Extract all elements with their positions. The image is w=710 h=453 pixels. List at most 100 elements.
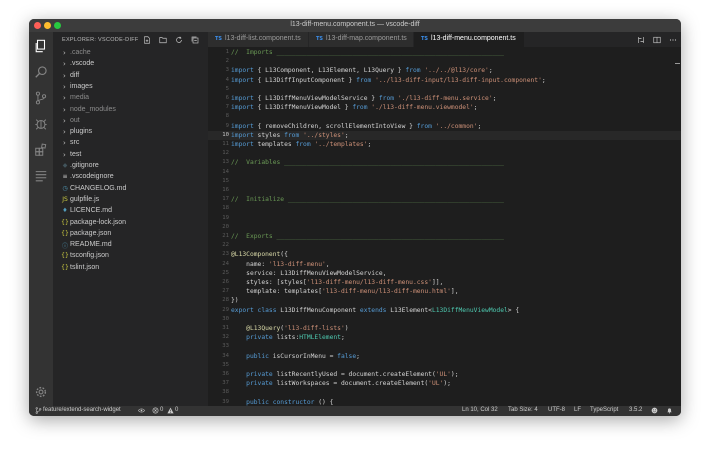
code-line[interactable]: 23 @L13Component({ <box>208 250 681 259</box>
code-line[interactable]: 16 <box>208 186 681 195</box>
code-line[interactable]: 14 <box>208 168 681 177</box>
code-line[interactable]: 3 import { L13Component, L13Element, L13Q… <box>208 66 681 75</box>
tree-folder[interactable]: › test <box>53 150 208 161</box>
split-editor-icon[interactable] <box>653 36 661 44</box>
code-editor[interactable]: 1// Imports ____________________________… <box>208 47 681 406</box>
code-line[interactable]: 25 service: L13DiffMenuViewModelService, <box>208 269 681 278</box>
code-line[interactable]: 27 template: templates['l13-diff-menu/l1… <box>208 287 681 296</box>
new-folder-icon[interactable] <box>159 36 167 44</box>
code-line[interactable]: 2 <box>208 57 681 66</box>
debug-icon[interactable] <box>34 117 48 131</box>
code-line[interactable]: 28}) <box>208 296 681 305</box>
line-number: 22 <box>222 242 229 249</box>
code-line[interactable]: 20 <box>208 223 681 232</box>
editor-tab[interactable]: TS l13-diff-map.component.ts <box>309 32 414 47</box>
code-line[interactable]: 5 <box>208 85 681 94</box>
tree-file[interactable]: ≡ .vscodeignore <box>53 172 208 183</box>
file-encoding[interactable]: UTF-8 <box>548 407 565 413</box>
warning-icon[interactable] <box>167 407 174 414</box>
code-line[interactable]: 15 <box>208 177 681 186</box>
code-line[interactable]: 6 import { L13DiffMenuViewModelService } … <box>208 94 681 103</box>
collapse-all-icon[interactable] <box>191 36 199 44</box>
extensions-icon[interactable] <box>34 143 48 157</box>
code-line[interactable]: 7 import { L13DiffMenuViewModel } from '.… <box>208 103 681 112</box>
tree-item-label: .vscode <box>70 60 95 68</box>
code-line[interactable]: 33 <box>208 342 681 351</box>
tree-folder[interactable]: › src <box>53 138 208 149</box>
tree-file[interactable]: ♦ LICENCE.md <box>53 206 208 217</box>
warning-count[interactable]: 0 <box>175 407 178 413</box>
code-line[interactable]: 36 private listRecentlyUsed = document.c… <box>208 370 681 379</box>
language-mode[interactable]: TypeScript <box>590 407 618 413</box>
code-token: '../templates' <box>314 141 368 148</box>
tree-file[interactable]: {} package-lock.json <box>53 218 208 229</box>
tree-folder[interactable]: › .cache <box>53 48 208 59</box>
code-line[interactable]: 34 public isCursorInMenu = false; <box>208 352 681 361</box>
end-of-line[interactable]: LF <box>574 407 581 413</box>
code-line[interactable]: 4 import { L13DiffInputComponent } from '… <box>208 76 681 85</box>
cursor-position[interactable]: Ln 10, Col 32 <box>462 407 498 413</box>
code-line[interactable]: 37 private listWorkspaces = document.cre… <box>208 379 681 388</box>
tree-file[interactable]: {} tslint.json <box>53 263 208 274</box>
tree-file[interactable]: ⓘ README.md <box>53 240 208 251</box>
code-line[interactable]: 35 <box>208 361 681 370</box>
code-line[interactable]: 8 <box>208 112 681 121</box>
code-line[interactable]: 1// Imports ____________________________… <box>208 48 681 57</box>
tree-folder[interactable]: › media <box>53 93 208 104</box>
code-token: from <box>352 104 368 112</box>
code-token: extends <box>359 306 387 314</box>
code-line[interactable]: 30 <box>208 315 681 324</box>
compare-icon[interactable] <box>637 36 645 44</box>
code-line[interactable]: 24 name: 'l13-diff-menu', <box>208 260 681 269</box>
live-share-icon[interactable] <box>138 407 145 414</box>
tree-folder[interactable]: › out <box>53 116 208 127</box>
tree-file[interactable]: ◷ CHANGELOG.md <box>53 184 208 195</box>
code-line[interactable]: 13// Variables _________________________… <box>208 158 681 167</box>
refresh-icon[interactable] <box>175 36 183 44</box>
explorer-icon[interactable] <box>34 39 48 53</box>
error-count[interactable]: 0 <box>160 407 163 413</box>
editor-tab[interactable]: TS l13-diff-menu.component.ts <box>414 32 525 47</box>
code-line[interactable]: 11 import templates from '../templates'; <box>208 140 681 149</box>
tree-folder[interactable]: › plugins <box>53 127 208 138</box>
code-line[interactable]: 10 import styles from '../styles'; <box>208 130 681 140</box>
more-actions-icon[interactable] <box>669 36 677 44</box>
tree-file[interactable]: {} package.json <box>53 229 208 240</box>
editor-tab[interactable]: TS l13-diff-list.component.ts <box>208 32 309 47</box>
outline-icon[interactable] <box>34 169 48 183</box>
notifications-bell-icon[interactable] <box>666 407 673 414</box>
code-line[interactable]: 29 export class L13DiffMenuComponent exte… <box>208 306 681 315</box>
new-file-icon[interactable] <box>143 36 151 44</box>
source-control-icon[interactable] <box>34 91 48 105</box>
gear-icon[interactable] <box>34 385 48 399</box>
code-token: from <box>416 122 432 130</box>
code-line[interactable]: 9 import { removeChildren, scrollElementI… <box>208 122 681 131</box>
tree-folder[interactable]: › .vscode <box>53 59 208 70</box>
search-icon[interactable] <box>34 65 48 79</box>
code-line[interactable]: 26 styles: [styles['l13-diff-menu/l13-di… <box>208 278 681 287</box>
tree-file[interactable]: ◆ .gitignore <box>53 161 208 172</box>
code-line[interactable]: 31 @L13Query('l13-diff-lists') <box>208 324 681 333</box>
error-icon[interactable] <box>152 407 159 414</box>
git-branch-label[interactable]: feature/extend-search-widget <box>43 407 121 413</box>
tree-folder[interactable]: › diff <box>53 71 208 82</box>
tree-folder[interactable]: › images <box>53 82 208 93</box>
tree-file[interactable]: {} tsconfig.json <box>53 251 208 262</box>
file-type-icon: {} <box>61 229 69 237</box>
code-token: HTMLElement <box>299 334 341 342</box>
typescript-version[interactable]: 3.5.2 <box>629 407 642 413</box>
tree-file[interactable]: JS gulpfile.js <box>53 195 208 206</box>
code-line[interactable]: 22 <box>208 241 681 250</box>
tree-item-label: test <box>70 150 82 158</box>
tab-size[interactable]: Tab Size: 4 <box>508 407 538 413</box>
code-line[interactable]: 12 <box>208 149 681 158</box>
code-line[interactable]: 18 <box>208 204 681 213</box>
feedback-icon[interactable] <box>651 407 658 414</box>
code-line[interactable]: 19 <box>208 214 681 223</box>
code-line[interactable]: 17// Initialize ________________________… <box>208 195 681 204</box>
tree-folder[interactable]: › node_modules <box>53 105 208 116</box>
code-line[interactable]: 39 public constructor () { <box>208 398 681 406</box>
code-line[interactable]: 32 private lists:HTMLElement; <box>208 333 681 342</box>
code-line[interactable]: 21// Exports ___________________________… <box>208 232 681 241</box>
code-line[interactable]: 38 <box>208 388 681 397</box>
